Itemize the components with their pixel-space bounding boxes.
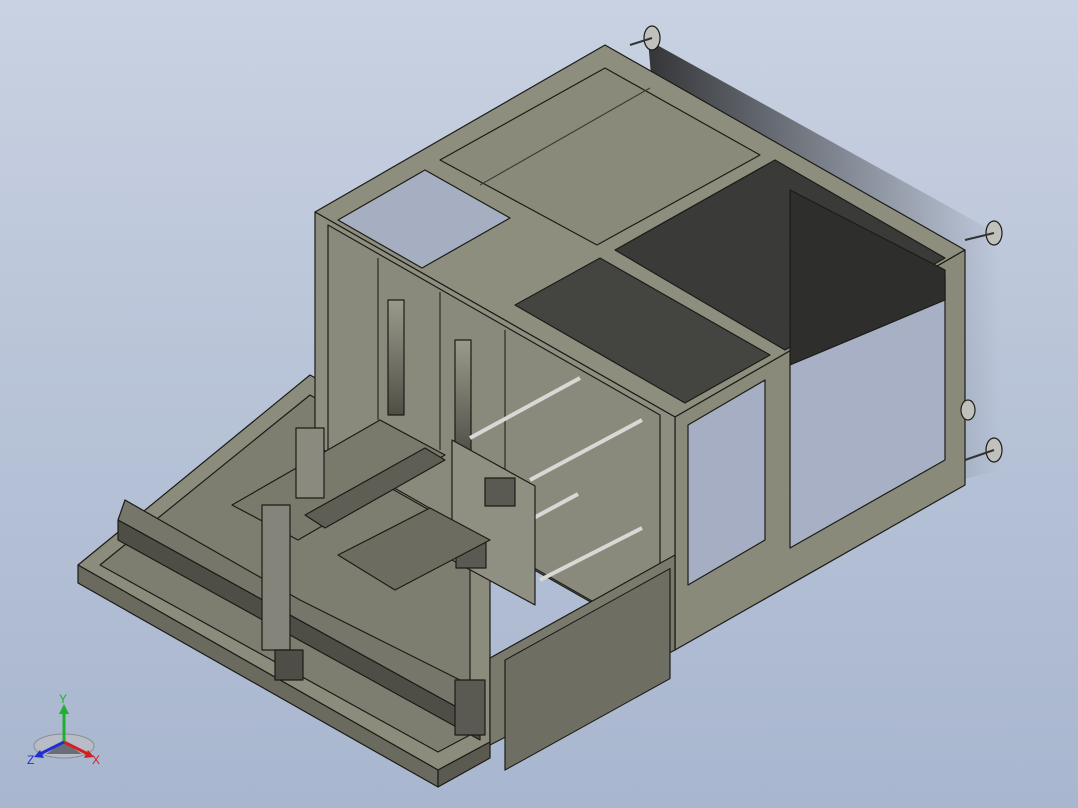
z-axis-label: Z — [27, 753, 34, 767]
vertical-rail-left — [387, 299, 405, 416]
cad-assembly-model[interactable] — [0, 0, 1078, 808]
vertical-rail-right — [454, 339, 472, 456]
graphics-viewport[interactable]: Y X Z — [0, 0, 1078, 808]
z-column — [261, 504, 291, 651]
axis-end-cap — [454, 679, 486, 736]
x-axis-label: X — [92, 753, 100, 767]
z-foot — [274, 649, 304, 681]
z-carriage — [295, 427, 325, 499]
y-axis-label: Y — [59, 694, 67, 706]
fitting-upper — [484, 477, 516, 507]
axis-triad: Y X Z — [27, 694, 100, 767]
